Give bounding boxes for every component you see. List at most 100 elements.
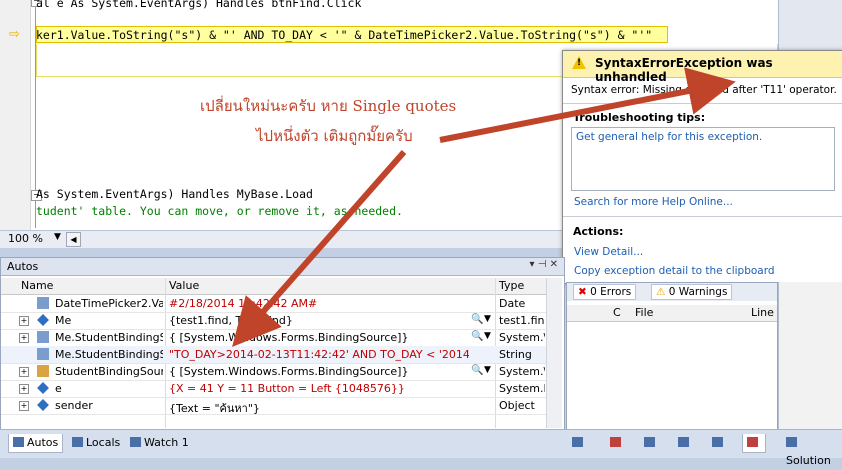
row-name: Me.StudentBindingS (55, 331, 163, 344)
property-icon (37, 348, 49, 360)
expand-icon[interactable]: + (19, 401, 29, 411)
tab-locals[interactable]: Locals (72, 434, 120, 452)
tool-icon (678, 437, 689, 447)
tab-tool-4[interactable] (678, 434, 692, 452)
error-icon: ✖ (578, 286, 587, 298)
column-line[interactable]: Line (751, 306, 774, 319)
row-value[interactable]: { [System.Windows.Forms.BindingSource]} (169, 365, 459, 378)
exception-message: Syntax error: Missing operand after 'T11… (571, 84, 837, 96)
exception-assistant: ! SyntaxErrorException was unhandled Syn… (562, 50, 842, 284)
row-value[interactable]: "TO_DAY>2014-02-13T11:42:42' AND TO_DAY … (169, 348, 469, 361)
warnings-filter-button[interactable]: ⚠ 0 Warnings (651, 284, 733, 300)
row-type: System.\ (499, 365, 545, 378)
magnifier-icon[interactable]: 🔍 (471, 331, 483, 342)
tab-watch[interactable]: Watch 1 (130, 434, 189, 452)
column-type[interactable]: Type (499, 279, 524, 292)
tab-label: Locals (86, 436, 121, 449)
component-icon (37, 365, 49, 377)
row-value[interactable]: {Text = "ค้นหา"} (169, 399, 469, 417)
warning-mark: ! (577, 58, 582, 68)
errors-filter-button[interactable]: ✖ 0 Errors (573, 284, 637, 300)
field-icon (37, 399, 49, 411)
expand-icon[interactable]: + (19, 367, 29, 377)
row-name: e (55, 382, 62, 395)
tab-tool-3[interactable] (644, 434, 658, 452)
expand-icon[interactable]: + (19, 384, 29, 394)
autos-icon (13, 437, 24, 447)
tab-error-list[interactable] (742, 434, 766, 453)
row-name: Me.StudentBindingS (55, 348, 163, 361)
errors-count: 0 Errors (590, 286, 632, 298)
row-name: DateTimePicker2.Val (55, 297, 163, 310)
zoom-level[interactable]: 100 % (8, 232, 43, 245)
chevron-down-icon[interactable]: ▼ (484, 314, 491, 324)
table-row[interactable]: + StudentBindingSourc { [System.Windows.… (1, 363, 546, 381)
field-icon (37, 314, 49, 326)
row-value[interactable]: {X = 41 Y = 11 Button = Left {1048576}} (169, 382, 469, 395)
watch-icon (130, 437, 141, 447)
help-link[interactable]: Get general help for this exception. (576, 131, 762, 143)
tool-icon (572, 437, 583, 447)
row-name: StudentBindingSourc (55, 365, 163, 378)
execution-pointer-icon: ⇨ (9, 27, 20, 42)
magnifier-icon[interactable]: 🔍 (471, 314, 483, 325)
column-category[interactable]: C (613, 306, 621, 319)
scroll-left-button[interactable]: ◀ (66, 232, 81, 247)
tool-icon (610, 437, 621, 447)
row-type: Object (499, 399, 535, 412)
divider (563, 216, 842, 217)
column-file[interactable]: File (635, 306, 653, 319)
annotation-line-1: เปลี่ยนใหม่นะครับ หาย Single quotes (200, 97, 457, 115)
row-type: test1.find (499, 314, 545, 327)
divider (563, 103, 842, 104)
expand-icon[interactable]: + (19, 316, 29, 326)
tab-tool-2[interactable] (610, 434, 624, 452)
tool-icon (712, 437, 723, 447)
table-row[interactable]: + Me {test1.find, Text: find} 🔍 ▼ test1.… (1, 312, 546, 330)
error-list: ✖ 0 Errors ⚠ 0 Warnings C File Line (566, 282, 778, 431)
column-value[interactable]: Value (169, 279, 199, 292)
row-value[interactable]: { [System.Windows.Forms.BindingSource]} (169, 331, 459, 344)
code-line-load-signature: As System.EventArgs) Handles MyBase.Load (36, 187, 313, 201)
right-panel-bottom (778, 282, 842, 429)
property-icon (37, 331, 49, 343)
chevron-down-icon[interactable]: ▼ (484, 331, 491, 341)
search-online-link[interactable]: Search for more Help Online... (574, 196, 733, 208)
view-detail-link[interactable]: View Detail... (574, 246, 643, 258)
table-row[interactable]: Me.StudentBindingS "TO_DAY>2014-02-13T11… (1, 346, 546, 364)
tab-solution[interactable]: Solution (786, 434, 842, 467)
table-row[interactable]: DateTimePicker2.Val #2/18/2014 11:42:42 … (1, 295, 546, 313)
row-type: String (499, 348, 532, 361)
right-panel-top (778, 0, 842, 50)
tool-icon (644, 437, 655, 447)
error-list-toolbar: ✖ 0 Errors ⚠ 0 Warnings (567, 283, 777, 301)
window-controls[interactable]: ▾ ⊣ ✕ (530, 259, 558, 270)
row-value[interactable]: {test1.find, Text: find} (169, 314, 459, 327)
zoom-dropdown-icon[interactable]: ▼ (54, 232, 61, 242)
copy-detail-link[interactable]: Copy exception detail to the clipboard (574, 265, 775, 277)
troubleshooting-tips-list: Get general help for this exception. (571, 127, 835, 191)
expand-icon[interactable]: + (19, 333, 29, 343)
warning-small-icon: ⚠ (656, 286, 666, 298)
table-row[interactable]: + Me.StudentBindingS { [System.Windows.F… (1, 329, 546, 347)
code-line-current[interactable]: ker1.Value.ToString("s") & "' AND TO_DAY… (36, 28, 652, 42)
row-type: System.E (499, 382, 545, 395)
tab-tool-5[interactable] (712, 434, 726, 452)
solution-icon (786, 437, 797, 447)
table-row[interactable]: + sender {Text = "ค้นหา"} Object (1, 397, 546, 415)
troubleshooting-tips-heading: Troubleshooting tips: (573, 111, 706, 124)
error-list-icon (747, 437, 758, 447)
tab-tool-1[interactable] (572, 434, 586, 452)
chevron-down-icon[interactable]: ▼ (484, 365, 491, 375)
tab-autos[interactable]: Autos (8, 434, 64, 453)
row-value[interactable]: #2/18/2014 11:42:42 AM# (169, 297, 469, 310)
magnifier-icon[interactable]: 🔍 (471, 365, 483, 376)
code-line-method-signature: al e As System.EventArgs) Handles btnFin… (36, 0, 362, 10)
table-row[interactable]: + e {X = 41 Y = 11 Button = Left {104857… (1, 380, 546, 398)
autos-scrollbar[interactable] (546, 278, 562, 428)
row-type: System.\ (499, 331, 545, 344)
field-icon (37, 382, 49, 394)
row-type: Date (499, 297, 526, 310)
editor-margin: ⇨ (0, 0, 31, 230)
column-name[interactable]: Name (21, 279, 53, 292)
